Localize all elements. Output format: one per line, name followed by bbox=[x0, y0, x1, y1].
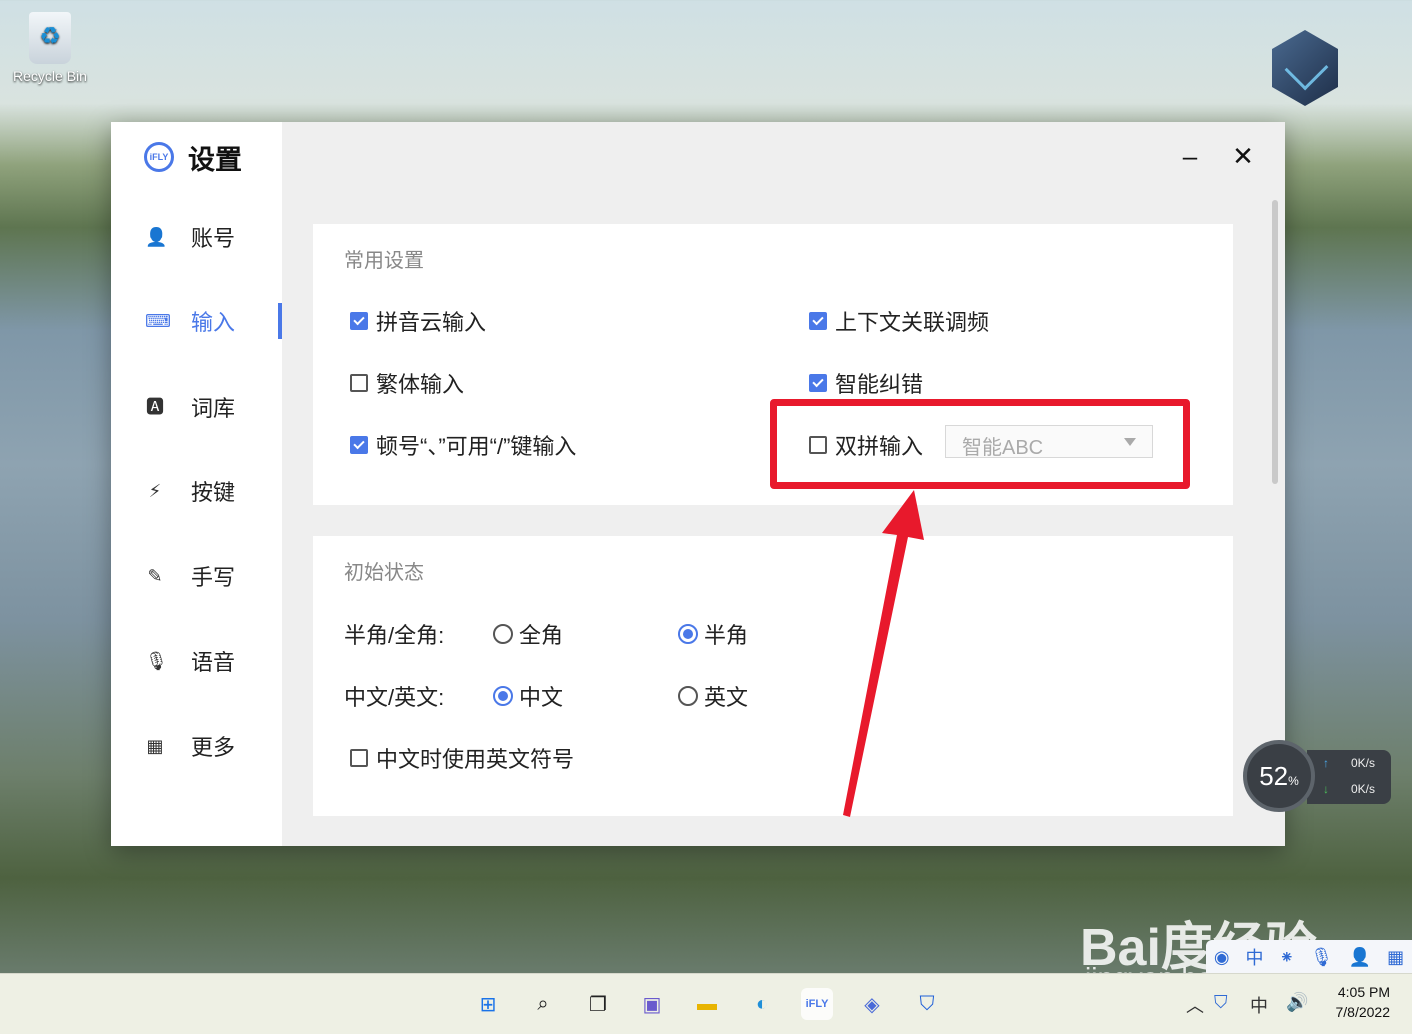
clock-time: 4:05 PM bbox=[1337, 984, 1390, 1000]
task-view-icon[interactable]: ❐ bbox=[582, 988, 614, 1020]
download-speed: 0K/s bbox=[1351, 782, 1376, 796]
ime-logo-icon[interactable]: ◉ bbox=[1214, 947, 1230, 968]
ime-tray-toolbar: ◉ 中 ⁕ 🎙 👤 ▦ bbox=[1206, 940, 1412, 974]
chevron-up-icon[interactable]: ︿ bbox=[1186, 992, 1204, 1018]
taskbar: ⊞ ⌕ ❐ ▣ ▬ ◐ iFLY ◈ ⛉ ︿ ⛉ 中 🔊 4:05 PM 7/8… bbox=[0, 973, 1412, 1034]
clock-date: 7/8/2022 bbox=[1335, 1004, 1391, 1020]
teams-chat-icon[interactable]: ▣ bbox=[636, 988, 668, 1020]
memory-percent: 52 bbox=[1259, 760, 1289, 791]
grid-icon[interactable]: ▦ bbox=[1387, 947, 1404, 968]
percent-unit: % bbox=[1288, 774, 1299, 788]
windows-start-icon[interactable]: ⊞ bbox=[472, 988, 504, 1020]
annotation-arrow-shape bbox=[843, 490, 924, 817]
microphone-icon[interactable]: 🎙 bbox=[1310, 947, 1333, 968]
search-icon[interactable]: ⌕ bbox=[527, 988, 559, 1020]
upload-arrow-icon: ↑ bbox=[1323, 756, 1329, 770]
game-app-icon[interactable]: ◈ bbox=[856, 988, 888, 1020]
file-explorer-icon[interactable]: ▬ bbox=[691, 988, 723, 1020]
punct-mode-icon[interactable]: ⁕ bbox=[1279, 947, 1294, 968]
volume-icon[interactable]: 🔊 bbox=[1286, 992, 1308, 1013]
security-app-icon[interactable]: ⛉ bbox=[911, 988, 943, 1020]
annotation-arrow bbox=[843, 490, 924, 817]
chinese-mode-icon[interactable]: 中 bbox=[1245, 944, 1263, 970]
memory-usage-ring: 52% bbox=[1243, 740, 1315, 812]
taskbar-clock[interactable]: 4:05 PM 7/8/2022 bbox=[1320, 982, 1391, 1022]
speed-box: ↑ 0K/s ↓ 0K/s bbox=[1307, 750, 1391, 804]
shield-tray-icon[interactable]: ⛉ bbox=[1214, 992, 1228, 1013]
download-arrow-icon: ↓ bbox=[1323, 782, 1329, 796]
ifly-ime-icon[interactable]: iFLY bbox=[801, 988, 833, 1020]
ime-tray-icon[interactable]: 中 bbox=[1250, 992, 1268, 1018]
network-speed-widget[interactable]: ↑ 0K/s ↓ 0K/s 52% bbox=[1243, 740, 1391, 812]
user-icon[interactable]: 👤 bbox=[1349, 947, 1371, 968]
edge-browser-icon[interactable]: ◐ bbox=[746, 988, 778, 1020]
upload-speed: 0K/s bbox=[1351, 756, 1376, 770]
